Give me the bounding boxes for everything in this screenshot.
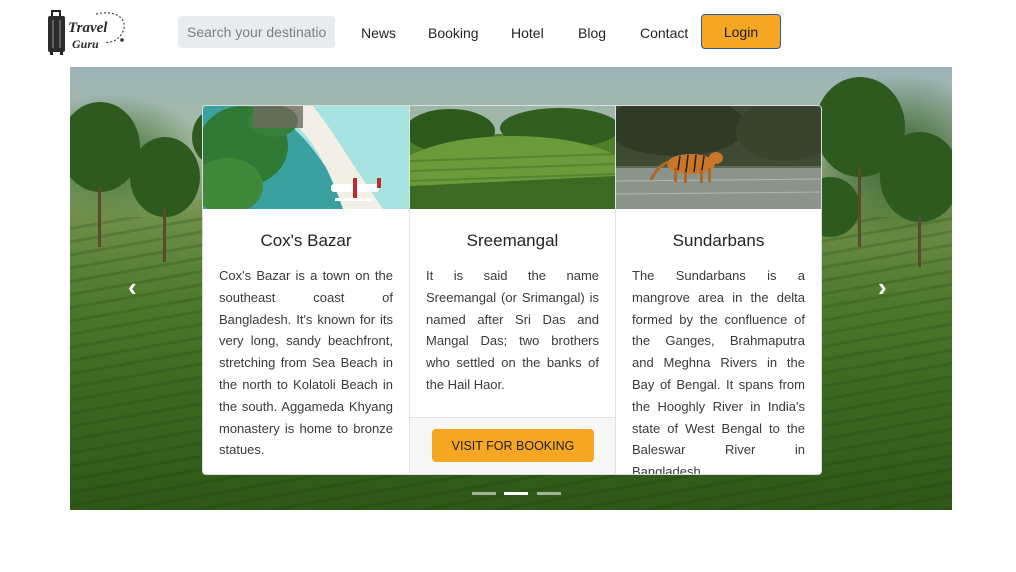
nav-booking[interactable]: Booking xyxy=(428,25,479,41)
carousel-indicator[interactable] xyxy=(536,492,561,495)
card-footer: VISIT FOR BOOKING xyxy=(410,417,615,474)
card-coxs-bazar: Cox's Bazar Cox's Bazar is a town on the… xyxy=(203,106,409,474)
carousel-indicator[interactable] xyxy=(472,492,496,495)
card-title: Sreemangal xyxy=(466,231,559,250)
card-title: Sundarbans xyxy=(672,231,765,250)
coxs-bazar-image xyxy=(203,106,409,209)
logo-text-travel: Travel xyxy=(68,20,108,36)
chevron-right-icon[interactable]: › xyxy=(878,272,887,303)
chevron-left-icon[interactable]: ‹ xyxy=(128,272,137,303)
nav-news[interactable]: News xyxy=(361,25,396,41)
card-description: It is said the name Sreemangal (or Srima… xyxy=(426,268,599,392)
suitcase-icon xyxy=(48,10,65,55)
card-sreemangal: Sreemangal It is said the name Sreemanga… xyxy=(409,106,615,474)
travel-guru-logo[interactable]: Travel Guru xyxy=(46,8,130,56)
visit-for-booking-button[interactable]: VISIT FOR BOOKING xyxy=(432,429,594,462)
card-description: Cox's Bazar is a town on the southeast c… xyxy=(219,268,393,458)
search-input[interactable] xyxy=(178,16,335,48)
logo-text-guru: Guru xyxy=(72,37,99,51)
nav-contact[interactable]: Contact xyxy=(640,25,688,41)
card-description: The Sundarbans is a mangrove area in the… xyxy=(632,268,805,475)
destination-card-group: Cox's Bazar Cox's Bazar is a town on the… xyxy=(202,105,822,475)
nav-blog[interactable]: Blog xyxy=(578,25,606,41)
carousel-indicators xyxy=(470,482,563,500)
carousel-indicator-active[interactable] xyxy=(504,492,529,495)
sundarbans-image xyxy=(616,106,821,209)
login-button[interactable]: Login xyxy=(701,14,781,49)
sreemangal-image xyxy=(410,106,615,209)
nav-hotel[interactable]: Hotel xyxy=(511,25,544,41)
card-sundarbans: Sundarbans The Sundarbans is a mangrove … xyxy=(615,106,821,474)
card-title: Cox's Bazar xyxy=(260,231,352,250)
